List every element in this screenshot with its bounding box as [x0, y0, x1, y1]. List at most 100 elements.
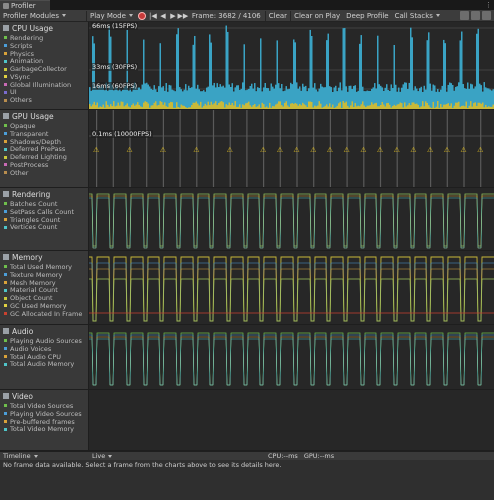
module-audio[interactable]: Audio Playing Audio Sources Audio Voices To… — [0, 325, 89, 390]
cpu-bar — [104, 90, 106, 109]
legend-swatch — [4, 296, 7, 300]
legend-item[interactable]: VSync — [4, 73, 88, 81]
module-header[interactable]: Video — [0, 390, 88, 402]
call-stacks-dropdown[interactable]: Call Stacks — [392, 11, 443, 21]
module-cpu[interactable]: CPU Usage Rendering Scripts Physics Animatio… — [0, 22, 89, 110]
vsync-bar — [465, 101, 467, 109]
legend-item[interactable]: Total Audio CPU — [4, 353, 88, 361]
clear-button[interactable]: Clear — [266, 11, 290, 21]
warning-icon: ⚠ — [277, 146, 284, 154]
prev-frame-button[interactable]: ◀ — [158, 11, 168, 21]
legend-item[interactable]: Deferred PrePass — [4, 145, 88, 153]
legend-item[interactable]: SetPass Calls Count — [4, 208, 88, 216]
legend-item[interactable]: Playing Audio Sources — [4, 337, 88, 345]
legend-item[interactable]: Other — [4, 169, 88, 177]
module-header[interactable]: Audio — [0, 325, 88, 337]
legend-item[interactable]: Animation — [4, 57, 88, 65]
vsync-bar — [401, 103, 403, 109]
gpu-frame-marker — [112, 110, 114, 187]
module-header[interactable]: CPU Usage — [0, 22, 88, 34]
legend-item[interactable]: Deferred Lighting — [4, 153, 88, 161]
play-mode-dropdown[interactable]: Play Mode — [87, 11, 136, 21]
legend-item[interactable]: Physics — [4, 50, 88, 58]
module-video[interactable]: Video Total Video Sources Playing Video So… — [0, 390, 89, 451]
legend-item[interactable]: Global Illumination — [4, 81, 88, 89]
cpu-bar — [419, 88, 421, 109]
last-frame-button[interactable]: ▶▶ — [178, 11, 189, 21]
legend-item[interactable]: Total Video Memory — [4, 425, 88, 433]
settings-icon[interactable] — [482, 11, 491, 20]
save-icon[interactable] — [471, 11, 480, 20]
first-frame-button[interactable]: |◀ — [148, 11, 158, 21]
legend-item[interactable]: GC Used Memory — [4, 302, 88, 310]
module-rendering[interactable]: Rendering Batches Count SetPass Calls Coun… — [0, 188, 89, 251]
video-chart[interactable] — [89, 390, 494, 451]
legend-item[interactable]: GarbageCollector — [4, 65, 88, 73]
legend-item[interactable]: Object Count — [4, 294, 88, 302]
module-memory[interactable]: Memory Total Used Memory Texture Memory Mes… — [0, 251, 89, 325]
legend-item[interactable]: Playing Video Sources — [4, 410, 88, 418]
vsync-bar — [210, 101, 212, 109]
legend-item[interactable]: Shadows/Depth — [4, 138, 88, 146]
record-button[interactable] — [137, 11, 146, 20]
vsync-bar — [170, 101, 172, 109]
legend-item[interactable]: Vertices Count — [4, 223, 88, 231]
legend-item[interactable]: Mesh Memory — [4, 279, 88, 287]
cpu-bar — [194, 35, 196, 109]
memory-chart[interactable] — [89, 251, 494, 325]
legend-item[interactable]: Transparent — [4, 130, 88, 138]
legend-item[interactable]: Opaque — [4, 122, 88, 130]
cpu-bar — [348, 85, 350, 109]
legend-item[interactable]: Others — [4, 96, 88, 104]
clear-on-play-toggle[interactable]: Clear on Play — [291, 11, 343, 21]
legend-item[interactable]: Pre-buffered frames — [4, 418, 88, 426]
tab-profiler[interactable]: Profiler — [0, 0, 50, 10]
cpu-usage-chart[interactable]: 66ms (15FPS) 33ms (30FPS) 16ms (60FPS) — [89, 22, 494, 110]
profiler-modules-dropdown[interactable]: Profiler Modules — [0, 11, 86, 21]
legend-label: Total Video Memory — [10, 425, 74, 434]
cpu-bar — [209, 34, 211, 109]
rendering-chart[interactable] — [89, 188, 494, 251]
gpu-usage-chart[interactable]: ⚠ ⚠ ⚠ ⚠ ⚠ ⚠ ⚠ ⚠ ⚠ ⚠ ⚠ ⚠ ⚠ ⚠ ⚠ ⚠ ⚠ ⚠ ⚠ 0.1ms (10000FPS) — [89, 110, 494, 188]
audio-voices-line — [89, 334, 494, 386]
warning-icon: ⚠ — [126, 146, 133, 154]
legend-item[interactable]: UI — [4, 88, 88, 96]
audio-chart[interactable] — [89, 325, 494, 390]
legend-item[interactable]: Rendering — [4, 34, 88, 42]
legend-item[interactable]: Total Video Sources — [4, 402, 88, 410]
vsync-bar — [269, 102, 271, 109]
legend-label: Audio Voices — [10, 344, 52, 353]
vsync-bar — [117, 102, 119, 109]
legend-item[interactable]: GC Allocated In Frame — [4, 310, 88, 318]
module-header[interactable]: Rendering — [0, 188, 88, 200]
legend-item[interactable]: PostProcess — [4, 161, 88, 169]
cpu-bar — [327, 33, 329, 109]
legend-item[interactable]: Triangles Count — [4, 216, 88, 224]
cpu-bar — [294, 42, 296, 109]
module-gpu[interactable]: GPU Usage Opaque Transparent Shadows/Depth D… — [0, 110, 89, 188]
module-header[interactable]: GPU Usage — [0, 110, 88, 122]
legend-item[interactable]: Material Count — [4, 286, 88, 294]
warning-icon: ⚠ — [193, 146, 200, 154]
legend-item[interactable]: Texture Memory — [4, 271, 88, 279]
legend-swatch — [4, 427, 7, 431]
legend-item[interactable]: Batches Count — [4, 200, 88, 208]
legend-label: Shadows/Depth — [10, 137, 62, 146]
legend-item[interactable]: Total Used Memory — [4, 263, 88, 271]
module-header[interactable]: Memory — [0, 251, 88, 263]
legend-item[interactable]: Total Audio Memory — [4, 360, 88, 368]
cpu-bar — [378, 84, 380, 109]
legend-swatch — [4, 419, 7, 423]
legend-swatch — [4, 273, 7, 277]
load-icon[interactable] — [460, 11, 469, 20]
vsync-bar — [228, 102, 230, 109]
cpu-bar — [426, 40, 428, 109]
window-menu-icon[interactable]: ⋮ — [485, 1, 492, 9]
legend-item[interactable]: Audio Voices — [4, 345, 88, 353]
legend-label: Other — [10, 168, 29, 177]
next-frame-button[interactable]: ▶ — [168, 11, 178, 21]
legend-label: PostProcess — [10, 160, 49, 169]
legend-item[interactable]: Scripts — [4, 42, 88, 50]
deep-profile-toggle[interactable]: Deep Profile — [343, 11, 391, 21]
legend-swatch — [4, 288, 7, 292]
